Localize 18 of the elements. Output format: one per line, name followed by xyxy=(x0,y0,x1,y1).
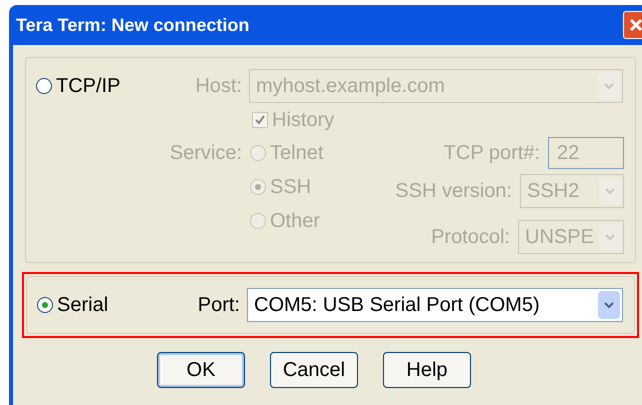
host-label: Host: xyxy=(194,74,242,99)
radio-button[interactable] xyxy=(37,297,53,313)
service-label: Service: xyxy=(170,141,242,166)
tcpip-label: TCP/IP xyxy=(56,74,120,99)
dialog-button[interactable]: OK xyxy=(157,352,245,388)
tcp-port-label: TCP port#: xyxy=(444,141,540,166)
close-icon xyxy=(629,18,642,32)
window-title: Tera Term: New connection xyxy=(16,14,250,36)
protocol-label: Protocol: xyxy=(431,225,510,250)
serial-label: Serial xyxy=(57,293,108,318)
close-button[interactable] xyxy=(623,11,642,39)
dialog-button[interactable]: Cancel xyxy=(270,352,358,388)
dialog-button[interactable]: Help xyxy=(383,352,471,388)
check-icon xyxy=(254,114,266,126)
port-label: Port: xyxy=(196,293,240,318)
port-combobox[interactable]: COM5: USB Serial Port (COM5) xyxy=(247,288,623,322)
ssh-version-label: SSH version: xyxy=(395,179,512,204)
history-label: History xyxy=(272,108,334,133)
